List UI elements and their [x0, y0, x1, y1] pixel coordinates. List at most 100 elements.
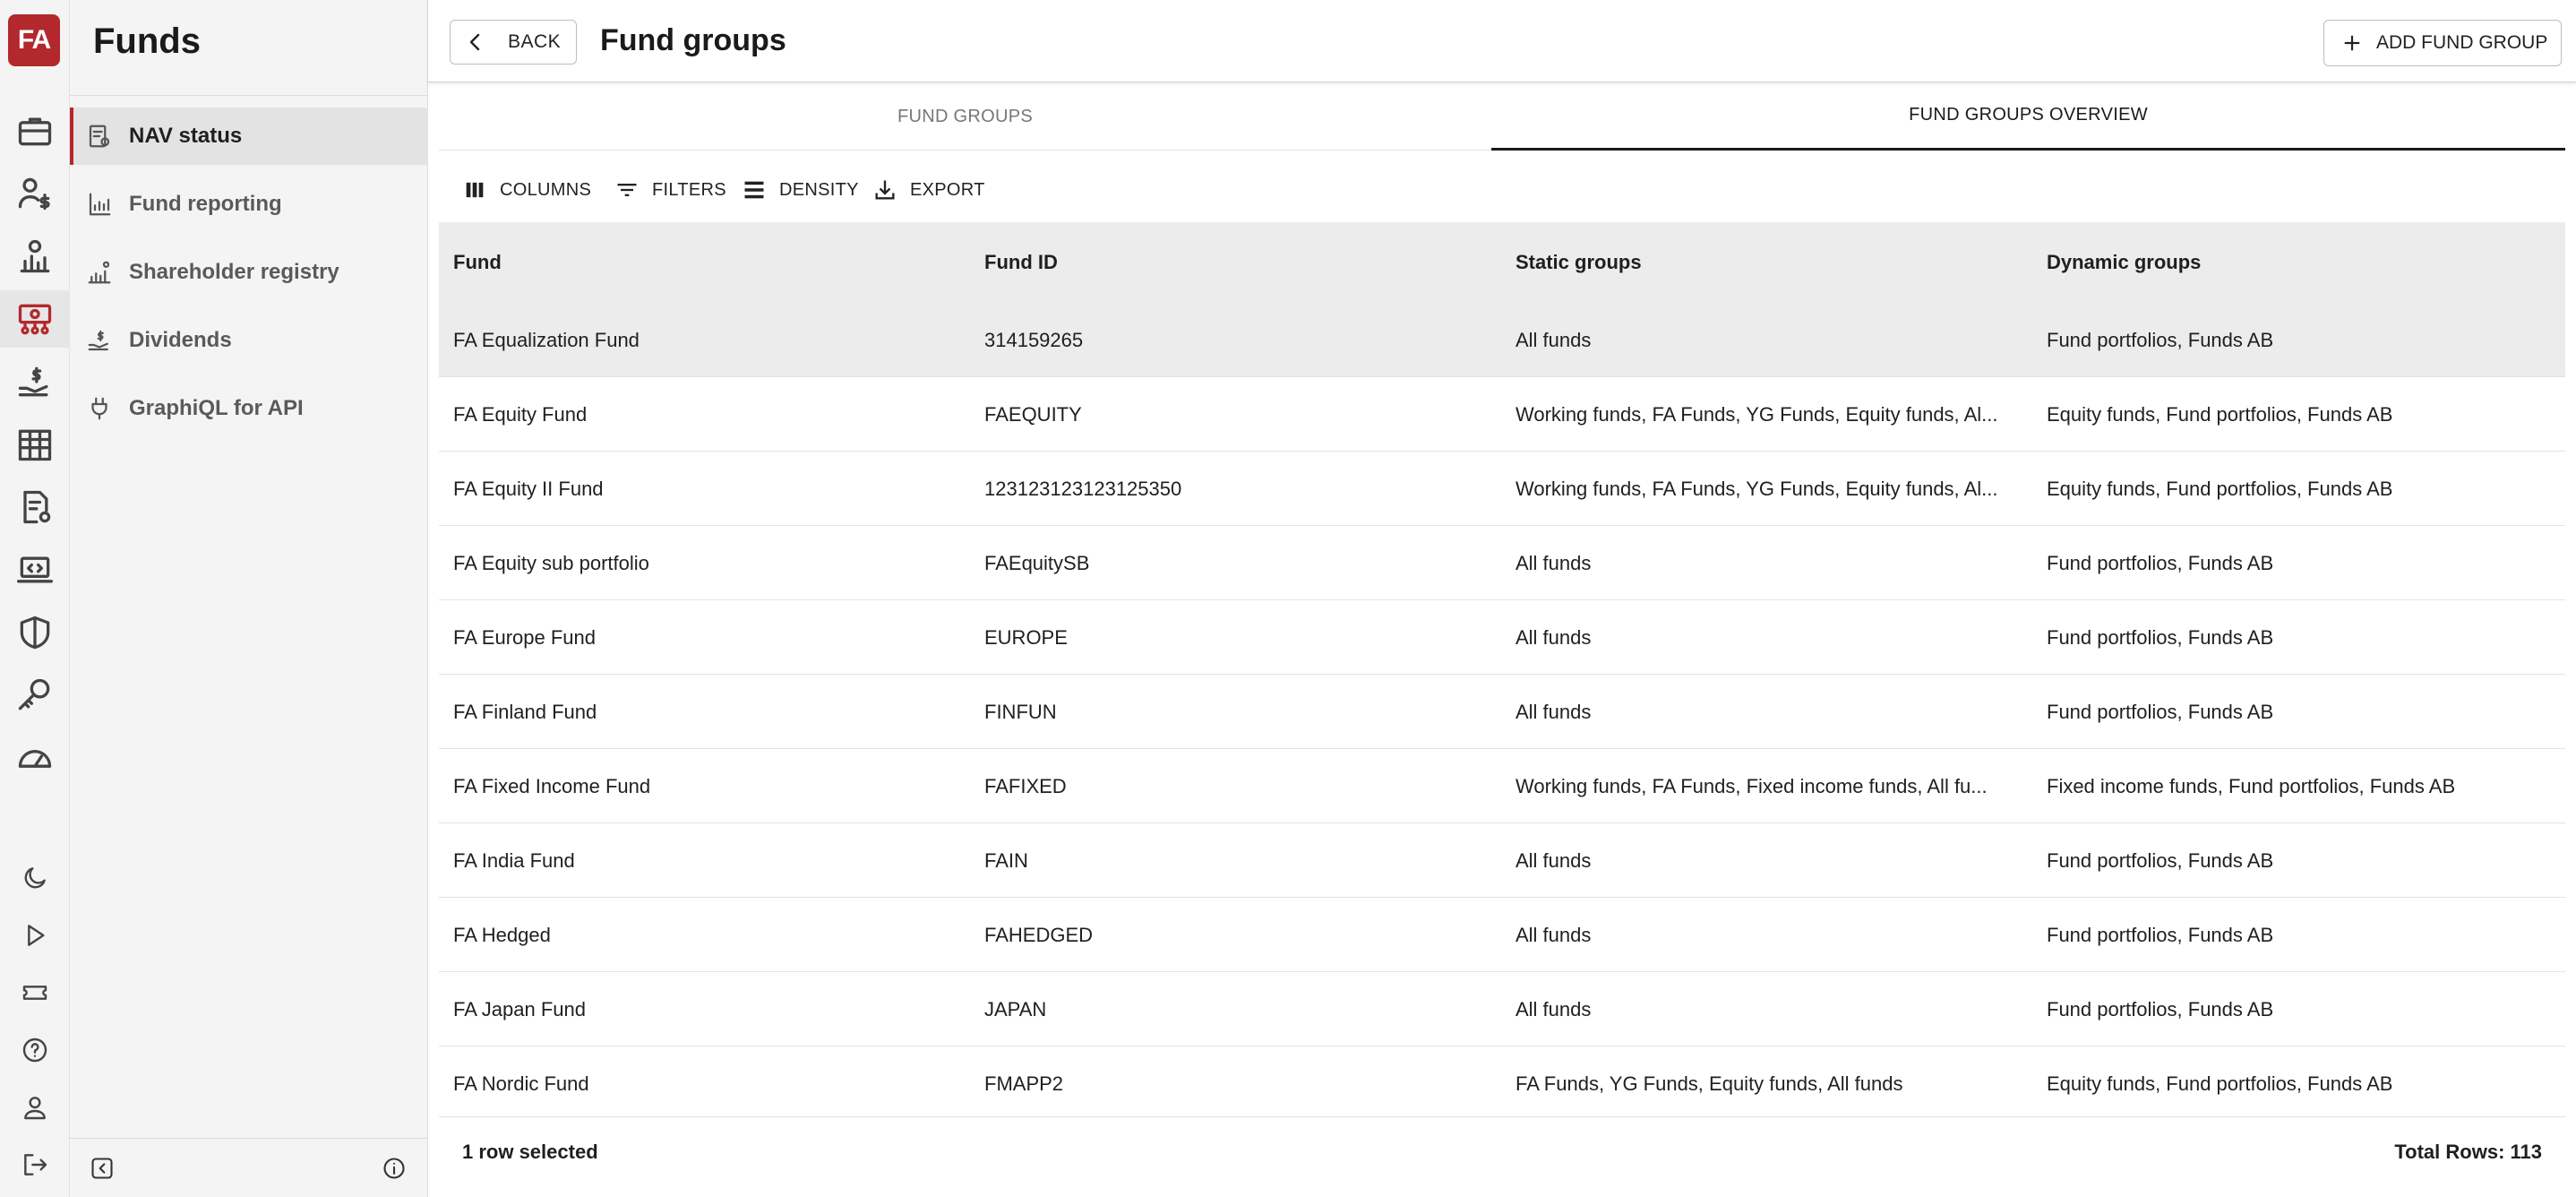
- cell-fund: FA Equity Fund: [453, 402, 588, 426]
- columns-button[interactable]: COLUMNS: [462, 161, 591, 219]
- filter-icon: [617, 184, 637, 196]
- table-row[interactable]: FA Finland Fund FINFUN All funds Fund portf…: [439, 675, 2565, 749]
- sidebar-bottom-divider: [70, 1138, 428, 1139]
- cell-dynamic-groups: Fund portfolios, Funds AB: [2047, 848, 2274, 872]
- cell-static-groups: Working funds, FA Funds, Fixed income fu…: [1516, 774, 1988, 797]
- sidebar-item-shareholder-registry[interactable]: Shareholder registry: [70, 244, 428, 301]
- sidebar-item-label: GraphiQL for API: [129, 396, 304, 420]
- building-icon[interactable]: [0, 416, 70, 473]
- table-header: Fund Fund ID Static groups Dynamic group…: [439, 222, 2565, 303]
- density-button[interactable]: DENSITY: [742, 161, 859, 219]
- ticket-icon[interactable]: [0, 964, 70, 1021]
- cell-dynamic-groups: Fund portfolios, Funds AB: [2047, 923, 2274, 946]
- nav-status-icon: [89, 125, 110, 148]
- cell-fund: FA Fixed Income Fund: [453, 774, 651, 797]
- cell-static-groups: Working funds, FA Funds, YG Funds, Equit…: [1516, 402, 1998, 426]
- back-button[interactable]: BACK: [450, 20, 577, 65]
- play-icon[interactable]: [0, 907, 70, 964]
- sidebar-item-dividends[interactable]: Dividends: [70, 312, 428, 369]
- tab-fund-groups-overview[interactable]: FUND GROUPS OVERVIEW: [1491, 82, 2565, 151]
- cell-fund-id: FAHEDGED: [984, 923, 1094, 946]
- table-row[interactable]: FA Equalization Fund 314159265 All funds Fu…: [439, 303, 2565, 377]
- help-icon[interactable]: [0, 1021, 70, 1079]
- main-content: BACK Fund groups ADD FUND GROUP FUND GRO…: [428, 0, 2576, 1197]
- cell-fund-id: FAEQUITY: [984, 402, 1082, 426]
- table-row[interactable]: FA Fixed Income Fund FAFIXED Working funds…: [439, 749, 2565, 823]
- density-label: DENSITY: [779, 179, 859, 200]
- table-row[interactable]: FA Hedged FAHEDGED All funds Fund portfolio…: [439, 898, 2565, 972]
- table-row[interactable]: FA Equity Fund FAEQUITY Working funds, FA …: [439, 377, 2565, 452]
- table-row[interactable]: FA India Fund FAIN All funds Fund portfolio…: [439, 823, 2565, 898]
- cell-dynamic-groups: Fund portfolios, Funds AB: [2047, 551, 2274, 574]
- export-button[interactable]: EXPORT: [872, 161, 985, 219]
- grid-toolbar: COLUMNS FILTERS DENSITY EXPORT: [439, 161, 1335, 219]
- section-title: Funds: [93, 22, 201, 61]
- collapse-sidebar-icon[interactable]: [86, 1152, 118, 1184]
- cell-static-groups: FA Funds, YG Funds, Equity funds, All fu…: [1516, 1072, 1903, 1095]
- cell-dynamic-groups: Fund portfolios, Funds AB: [2047, 625, 2274, 649]
- cell-fund-id: FAIN: [984, 848, 1028, 872]
- cell-static-groups: All funds: [1516, 551, 1592, 574]
- key-icon[interactable]: [0, 667, 70, 724]
- cell-dynamic-groups: Fund portfolios, Funds AB: [2047, 328, 2274, 351]
- columns-label: COLUMNS: [500, 179, 592, 200]
- bar-chart-icon: [89, 193, 111, 216]
- cell-fund: FA Equalization Fund: [453, 328, 640, 351]
- cell-dynamic-groups: Equity funds, Fund portfolios, Funds AB: [2047, 1072, 2393, 1095]
- user-icon[interactable]: [0, 1079, 70, 1136]
- cell-fund-id: FINFUN: [984, 700, 1057, 723]
- cell-dynamic-groups: Fixed income funds, Fund portfolios, Fun…: [2047, 774, 2456, 797]
- add-fund-group-button[interactable]: ADD FUND GROUP: [2323, 20, 2562, 66]
- sidebar-item-label: Fund reporting: [129, 192, 282, 216]
- sidebar-item-fund-reporting[interactable]: Fund reporting: [70, 176, 428, 233]
- hand-dollar-icon: [88, 330, 108, 351]
- info-icon[interactable]: [378, 1152, 410, 1184]
- selected-count: 1 row selected: [462, 1141, 598, 1163]
- cell-fund: FA India Fund: [453, 848, 575, 872]
- sidebar-item-nav-status[interactable]: NAV status: [70, 108, 428, 165]
- chart-doc-icon[interactable]: [0, 228, 70, 285]
- person-dollar-icon[interactable]: [0, 165, 70, 222]
- filters-label: FILTERS: [652, 179, 726, 200]
- back-button-label: BACK: [508, 31, 562, 52]
- people-chart-icon: [88, 261, 111, 284]
- cell-fund-id: FMAPP2: [984, 1072, 1064, 1095]
- page-header: BACK Fund groups ADD FUND GROUP: [428, 0, 2576, 82]
- laptop-code-icon[interactable]: [0, 541, 70, 598]
- tab-fund-groups[interactable]: FUND GROUPS: [439, 82, 1491, 151]
- cell-dynamic-groups: Fund portfolios, Funds AB: [2047, 700, 2274, 723]
- doc-settings-icon[interactable]: [0, 478, 70, 536]
- column-header-static-groups[interactable]: Static groups: [1516, 222, 1642, 303]
- table-row[interactable]: FA Japan Fund JAPAN All funds Fund portfoli…: [439, 972, 2565, 1046]
- cell-static-groups: All funds: [1516, 700, 1592, 723]
- cell-static-groups: All funds: [1516, 923, 1592, 946]
- fa-logo[interactable]: FA: [8, 14, 60, 66]
- icon-rail: FA: [0, 0, 70, 1197]
- table-row[interactable]: FA Equity sub portfolio FAEquitySB All fun…: [439, 526, 2565, 600]
- money-network-icon[interactable]: [0, 290, 70, 348]
- sidebar-item-graphiql[interactable]: GraphiQL for API: [70, 380, 428, 437]
- cell-fund: FA Europe Fund: [453, 625, 596, 649]
- shield-icon[interactable]: [0, 604, 70, 661]
- cell-dynamic-groups: Equity funds, Fund portfolios, Funds AB: [2047, 402, 2393, 426]
- table-row[interactable]: FA Equity II Fund 123123123123125350 Worki…: [439, 452, 2565, 526]
- chevron-left-icon: [469, 33, 480, 51]
- cell-fund-id: FAFIXED: [984, 774, 1067, 797]
- table-row[interactable]: FA Nordic Fund FMAPP2 FA Funds, YG Funds, …: [439, 1046, 2565, 1121]
- gauge-icon[interactable]: [0, 729, 70, 787]
- cell-static-groups: All funds: [1516, 328, 1592, 351]
- briefcase-icon[interactable]: [0, 102, 70, 159]
- filters-button[interactable]: FILTERS: [614, 161, 726, 219]
- moon-icon[interactable]: [0, 849, 70, 907]
- column-header-fund[interactable]: Fund: [453, 222, 502, 303]
- column-header-fund-id[interactable]: Fund ID: [984, 222, 1058, 303]
- sidebar-divider: [70, 95, 428, 96]
- plug-icon: [91, 397, 107, 420]
- sidebar-item-label: NAV status: [129, 124, 243, 148]
- table-row[interactable]: FA Europe Fund EUROPE All funds Fund portfo…: [439, 600, 2565, 675]
- column-header-dynamic-groups[interactable]: Dynamic groups: [2047, 222, 2201, 303]
- logout-icon[interactable]: [0, 1136, 70, 1193]
- cell-fund: FA Finland Fund: [453, 700, 597, 723]
- cell-static-groups: Working funds, FA Funds, YG Funds, Equit…: [1516, 477, 1998, 500]
- hand-dollar-icon[interactable]: [0, 353, 70, 410]
